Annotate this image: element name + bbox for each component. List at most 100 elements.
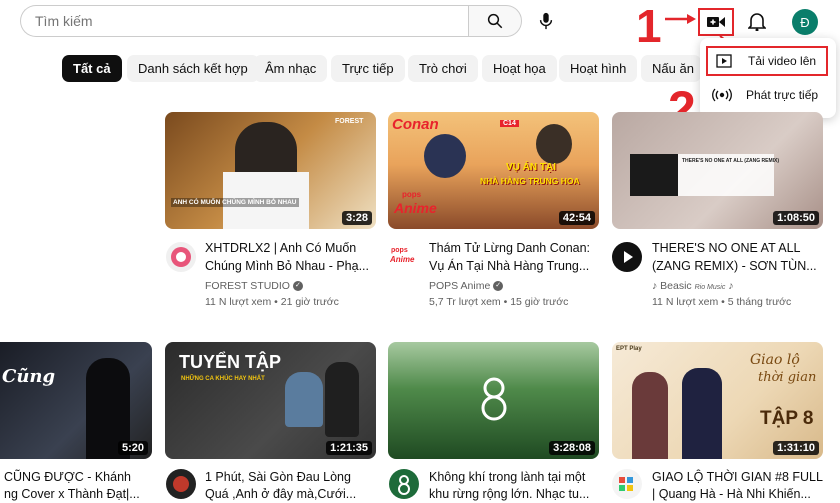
channel-name-text: POPS Anime [429,280,491,292]
channel-avatar[interactable] [612,242,642,272]
thumbnail-figure [632,372,668,459]
live-broadcast-icon [710,88,734,102]
channel-name[interactable]: ♪ Beasic Rio Music ♪ [652,280,734,292]
video-title[interactable]: XHTDRLX2 | Anh Có Muốn [205,239,370,257]
channel-name[interactable]: POPS Anime ✓ [429,280,504,292]
chip-cooking[interactable]: Nấu ăn [641,55,701,82]
video-stats: 5,7 Tr lượt xem • 15 giờ trước [429,296,569,308]
pops-anime-logo-text: Anime [390,255,415,264]
upload-video-icon [712,54,736,68]
create-video-button[interactable] [698,8,734,36]
video-duration: 1:08:50 [773,211,819,225]
video-duration: 42:54 [558,211,595,225]
video-stats: 11 N lượt xem • 21 giờ trước [205,296,339,308]
video-title[interactable]: (ZANG REMIX) - SƠN TÙN... [652,257,824,275]
thumbnail-text: Anime [394,200,437,216]
chip-cartoons[interactable]: Hoạt hình [559,55,638,82]
account-avatar[interactable]: Đ [792,9,818,35]
video-title[interactable]: ng Cover x Thành Đạt|... [0,485,156,503]
verified-icon: ✓ [292,281,303,292]
thumbnail-text: C14 [500,120,519,127]
annotation-arrow-1 [665,14,696,24]
channel-logo-icon [398,475,410,495]
chip-animation[interactable]: Hoạt họa [482,55,557,82]
video-title[interactable]: CŨNG ĐƯỢC - Khánh [0,468,156,486]
video-thumbnail[interactable]: Cũng 5:20 [0,342,152,459]
video-thumbnail[interactable]: Conan C14 VỤ ÁN TẠI NHÀ HÀNG TRUNG HOA p… [388,112,599,229]
video-title[interactable]: Không khí trong lành tại một [429,468,601,486]
video-thumbnail[interactable]: FOREST ANH CÓ MUỐN CHÚNG MÌNH BỎ NHAU 3:… [165,112,376,229]
channel-avatar[interactable] [166,242,196,272]
video-camera-add-icon [707,17,725,27]
channel-avatar[interactable] [166,469,196,499]
bell-icon [748,13,766,31]
video-thumbnail[interactable]: THERE'S NO ONE AT ALL (ZANG REMIX) 1:08:… [612,112,823,229]
channel-name-text: Beasic [660,280,692,292]
forest-studio-logo-icon [171,247,191,267]
thumbnail-character [424,134,466,178]
thumbnail-cover-art [630,154,678,196]
video-duration: 3:28:08 [549,441,595,455]
video-duration: 3:28 [341,211,372,225]
music-note-icon: ♪ [728,280,734,292]
thumbnail-logo-icon [481,377,507,421]
search-button[interactable] [468,5,522,37]
microphone-icon [539,12,553,30]
annotation-step-1: 1 [636,0,662,52]
channel-avatar[interactable] [612,469,642,499]
create-menu: Tải video lên Phát trực tiếp [700,38,836,118]
video-title[interactable]: khu rừng rộng lớn. Nhạc tu... [429,485,601,503]
thumbnail-text: Cũng [2,366,56,387]
menu-upload-label: Tải video lên [748,54,817,68]
thumbnail-text: Conan [392,116,439,133]
video-title[interactable]: Chúng Mình Bỏ Nhau - Phạ... [205,257,370,275]
video-thumbnail[interactable]: TUYỂN TẬP NHỮNG CA KHÚC HAY NHẤT 1:21:35 [165,342,376,459]
scroll-edge [826,112,840,229]
chip-live[interactable]: Trực tiếp [331,55,405,82]
thumbnail-text: THERE'S NO ONE AT ALL (ZANG REMIX) [682,158,780,164]
thumbnail-figure [325,362,359,437]
thumbnail-text: NHỮNG CA KHÚC HAY NHẤT [181,376,265,382]
thumbnail-figure [285,372,323,427]
video-thumbnail[interactable]: 3:28:08 [388,342,599,459]
music-note-icon: ♪ [652,280,658,292]
channel-name-text: FOREST STUDIO [205,280,290,292]
chip-music[interactable]: Âm nhạc [254,55,328,82]
thumbnail-text: Giao lộ [750,352,800,368]
voice-search-button[interactable] [530,5,562,37]
notifications-button[interactable] [744,8,770,34]
menu-live-label: Phát trực tiếp [746,88,819,102]
thumbnail-text: thời gian [758,370,817,385]
thumbnail-text: EPT Play [616,346,642,352]
menu-go-live[interactable]: Phát trực tiếp [706,80,828,110]
search-icon [487,13,503,29]
thumbnail-text: NHÀ HÀNG TRUNG HOA [480,176,580,186]
menu-upload-video[interactable]: Tải video lên [706,46,828,76]
channel-name[interactable]: FOREST STUDIO ✓ [205,280,303,292]
thumbnail-text: pops [402,190,422,199]
search-input[interactable] [20,5,468,37]
channel-avatar[interactable] [389,469,419,499]
channel-avatar[interactable]: pops Anime [389,242,419,272]
video-title[interactable]: | Quang Hà - Hà Nhi Khiến... [652,485,827,503]
video-stats: 11 N lượt xem • 5 tháng trước [652,296,792,308]
video-title[interactable]: Vụ Án Tại Nhà Hàng Trung... [429,257,599,275]
video-thumbnail[interactable]: EPT Play Giao lộ thời gian TẬP 8 1:31:10 [612,342,823,459]
video-duration: 1:31:10 [773,441,819,455]
video-title[interactable]: GIAO LỘ THỜI GIAN #8 FULL [652,468,827,486]
thumbnail-character [536,124,572,164]
play-logo-icon [624,251,633,263]
chip-mixes[interactable]: Danh sách kết hợp [127,55,259,82]
chip-games[interactable]: Trò chơi [408,55,478,82]
video-duration: 1:21:35 [326,441,372,455]
thumbnail-text: TUYỂN TẬP [179,352,282,372]
video-title[interactable]: Quá ,Anh ở đây mà,Cưới... [205,485,375,503]
pops-anime-logo-icon: pops [391,247,408,254]
video-title[interactable]: 1 Phút, Sài Gòn Đau Lòng [205,468,375,486]
channel-extra: Rio Music [694,284,726,291]
video-title[interactable]: THERE'S NO ONE AT ALL [652,239,824,257]
chip-all[interactable]: Tất cả [62,55,122,82]
video-duration: 5:20 [117,441,148,455]
video-title[interactable]: Thám Tử Lừng Danh Conan: [429,239,599,257]
thumbnail-text: TẬP 8 [760,408,814,429]
